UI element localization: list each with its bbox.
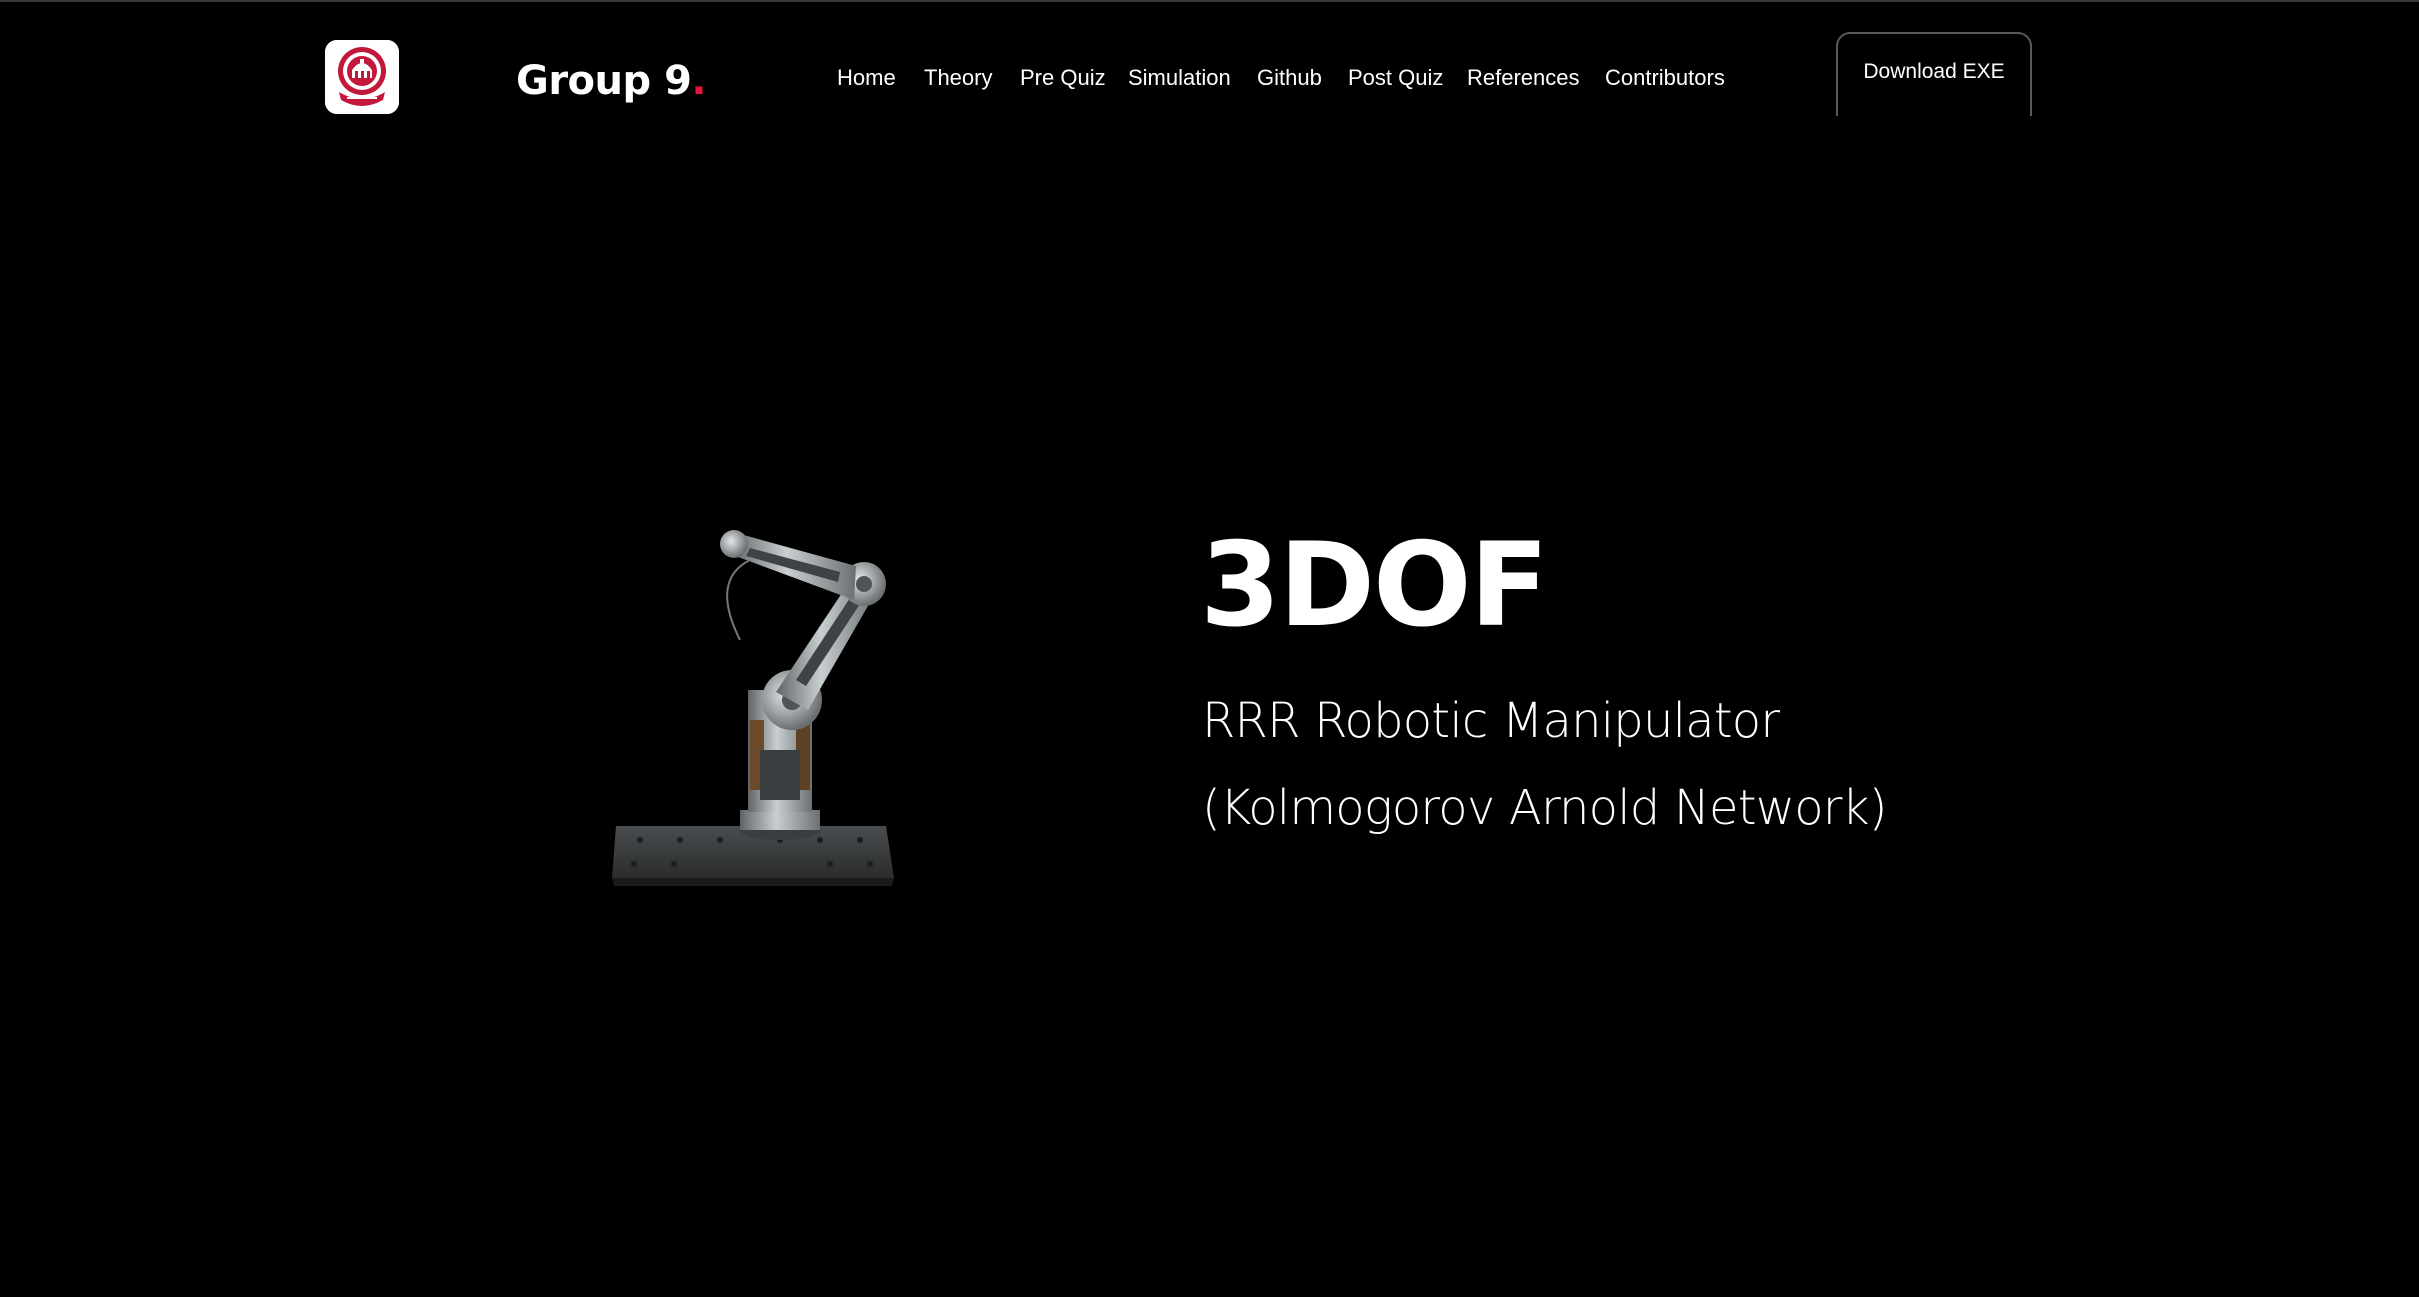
hero-title: 3DOF bbox=[1200, 518, 1549, 653]
nav-references[interactable]: References bbox=[1467, 58, 1580, 98]
brand-title[interactable]: Group 9. bbox=[516, 50, 707, 112]
nav-home[interactable]: Home bbox=[837, 58, 896, 98]
brand-dot: . bbox=[691, 58, 707, 104]
nav-pre-quiz[interactable]: Pre Quiz bbox=[1020, 58, 1106, 98]
nav-theory[interactable]: Theory bbox=[924, 58, 992, 98]
nav-contributors[interactable]: Contributors bbox=[1605, 58, 1725, 98]
download-exe-button[interactable]: Download EXE bbox=[1836, 32, 2032, 116]
nav-simulation[interactable]: Simulation bbox=[1128, 58, 1231, 98]
nav-post-quiz[interactable]: Post Quiz bbox=[1348, 58, 1443, 98]
hero-subtitle-line2: (Kolmogorov Arnold Network) bbox=[1202, 780, 1887, 836]
robotic-arm-image bbox=[600, 520, 920, 900]
site-header: Group 9. Home Theory Pre Quiz Simulation… bbox=[0, 0, 2419, 150]
brand-name: Group 9 bbox=[516, 58, 692, 104]
college-emblem-icon[interactable] bbox=[325, 40, 399, 114]
nav-github[interactable]: Github bbox=[1257, 58, 1322, 98]
hero-subtitle-line1: RRR Robotic Manipulator bbox=[1202, 693, 1780, 749]
